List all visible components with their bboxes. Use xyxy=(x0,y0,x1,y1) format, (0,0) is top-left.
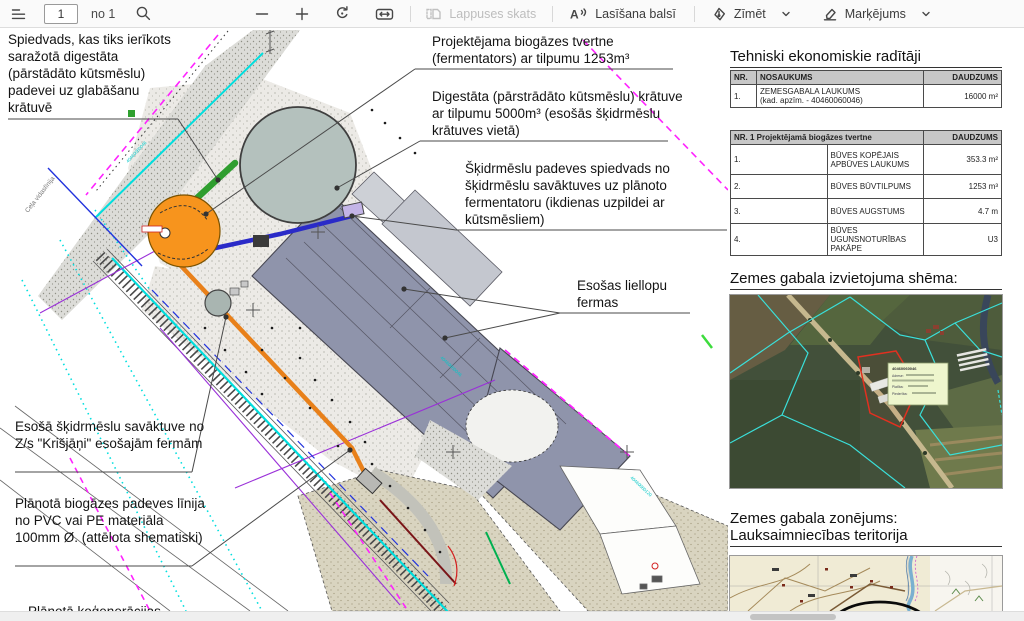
popup-title: 40460060046 xyxy=(892,366,917,371)
table-header-row: NR. 1 Projektējamā biogāzes tvertne DAUD… xyxy=(731,131,1002,145)
highlight-label: Marķējums xyxy=(845,7,906,21)
search-icon xyxy=(135,5,152,22)
table-technical-indicators: NR. NOSAUKUMS DAUDZUMS 1. ZEMESGABALA LA… xyxy=(730,70,1002,108)
toolbar-divider xyxy=(552,6,553,22)
table-header-row: NR. NOSAUKUMS DAUDZUMS xyxy=(731,71,1002,85)
table-biogas-tank: NR. 1 Projektējamā biogāzes tvertne DAUD… xyxy=(730,130,1002,256)
popup-row-label: Piederība: xyxy=(892,392,908,396)
chevron-down-icon xyxy=(780,8,792,20)
zoom-in-icon xyxy=(294,6,310,22)
heading-location-scheme: Zemes gabala izvietojuma shēma: xyxy=(730,270,1002,290)
table-row: 1. ZEMESGABALA LAUKUMS (kad. apzīm. - 40… xyxy=(731,85,1002,108)
fit-width-button[interactable] xyxy=(375,6,394,22)
highlight-menu-chevron[interactable] xyxy=(920,8,932,20)
highlight-button[interactable]: Marķējums xyxy=(822,6,906,22)
pdf-viewer-window: no 1 xyxy=(0,0,1024,621)
callout-fermenter: Projektējama biogāzes tvertne (fermentat… xyxy=(432,33,670,67)
page-view-label: Lappuses skats xyxy=(449,7,536,21)
zoning-line1: Zemes gabala zonējums: xyxy=(730,510,898,527)
map-info-popup: 40460060046 Adrese: Platība: Piederība: xyxy=(888,363,948,405)
callout-cattle-farms: Esošas liellopu fermas xyxy=(577,277,687,311)
heading-zoning: Zemes gabala zonējums: Lauksaimniecības … xyxy=(730,510,1002,547)
table-row: 1. BŪVES KOPĒJAIS APBŪVES LAUKUMS 353.3 … xyxy=(731,145,1002,175)
page-view-icon xyxy=(425,6,442,22)
callout-cogeneration: Plānotā koģenerācijas xyxy=(28,603,248,611)
read-aloud-icon: A xyxy=(569,6,588,22)
callout-biogas-line: Plānotā biogāzes padeves līnija no PVC v… xyxy=(15,495,211,546)
page-count-label: no 1 xyxy=(91,7,115,21)
scrollbar-thumb[interactable] xyxy=(750,614,836,620)
callout-slurry-pipe: Šķidrmēslu padeves spiedvads no šķidrmēs… xyxy=(465,160,727,228)
callout-digestate-store: Digestāta (pārstrādāto kūtsmēslu) krātuv… xyxy=(432,88,684,139)
heading-technical-indicators: Tehniski ekonomiskie radītāji xyxy=(730,48,1002,68)
right-info-panel: Tehniski ekonomiskie radītāji NR. NOSAUK… xyxy=(730,28,1002,611)
toolbar-divider xyxy=(410,6,411,22)
road-centerline-label: Ceļa vidaslīnija xyxy=(24,175,57,214)
rotate-button[interactable] xyxy=(334,5,351,22)
svg-text:A: A xyxy=(570,7,579,21)
cell-name: ZEMESGABALA LAUKUMS xyxy=(760,87,860,96)
page-view-button[interactable]: Lappuses skats xyxy=(425,6,536,22)
slurry-collector xyxy=(205,290,231,316)
popup-row-label: Adrese: xyxy=(892,374,904,378)
draw-icon xyxy=(711,6,727,22)
table-row: 4. BŪVES UGUNSNOTURĪBAS PAKĀPE U3 xyxy=(731,224,1002,256)
read-aloud-label: Lasīšana balsī xyxy=(595,7,676,21)
highlighter-icon xyxy=(822,6,838,22)
read-aloud-button[interactable]: A Lasīšana balsī xyxy=(569,6,676,22)
table-row: 2. BŪVES BŪVTILPUMS 1253 m³ xyxy=(731,175,1002,199)
popup-row-label: Platība: xyxy=(892,385,904,389)
toc-button[interactable] xyxy=(10,6,26,22)
aerial-location-image: 40460060046 Adrese: Platība: Piederība: xyxy=(730,295,1002,488)
zoom-in-button[interactable] xyxy=(294,6,310,22)
digestate-storage-tank xyxy=(240,107,356,223)
zoning-line2: Lauksaimniecības teritorija xyxy=(730,527,908,544)
topo-zoning-image xyxy=(730,556,1002,611)
cell-name2: (kad. apzīm. - 40460060046) xyxy=(760,96,863,105)
draw-menu-chevron[interactable] xyxy=(780,8,792,20)
draw-button[interactable]: Zīmēt xyxy=(711,6,766,22)
fit-width-icon xyxy=(375,6,394,22)
horizontal-scrollbar[interactable] xyxy=(0,611,1024,621)
draw-label: Zīmēt xyxy=(734,7,766,21)
pdf-toolbar: no 1 xyxy=(0,0,1024,28)
search-button[interactable] xyxy=(135,5,152,22)
chevron-down-icon xyxy=(920,8,932,20)
callout-pressure-pipe: Spiedvads, kas tiks ierīkots saražotā di… xyxy=(8,31,176,116)
page-number-input[interactable] xyxy=(44,4,78,24)
table-row: 3. BŪVES AUGSTUMS 4.7 m xyxy=(731,199,1002,224)
rotate-icon xyxy=(334,5,351,22)
zoom-out-icon xyxy=(254,6,270,22)
toolbar-divider xyxy=(694,6,695,22)
callout-slurry-collector: Esošā šķidrmēslu savāktuve no Z/s "Krišj… xyxy=(15,418,211,452)
toc-icon xyxy=(10,6,26,22)
zoom-out-button[interactable] xyxy=(254,6,270,22)
pdf-page: 40460060046 40460060120 40460060046 Ceļa… xyxy=(0,28,1024,611)
